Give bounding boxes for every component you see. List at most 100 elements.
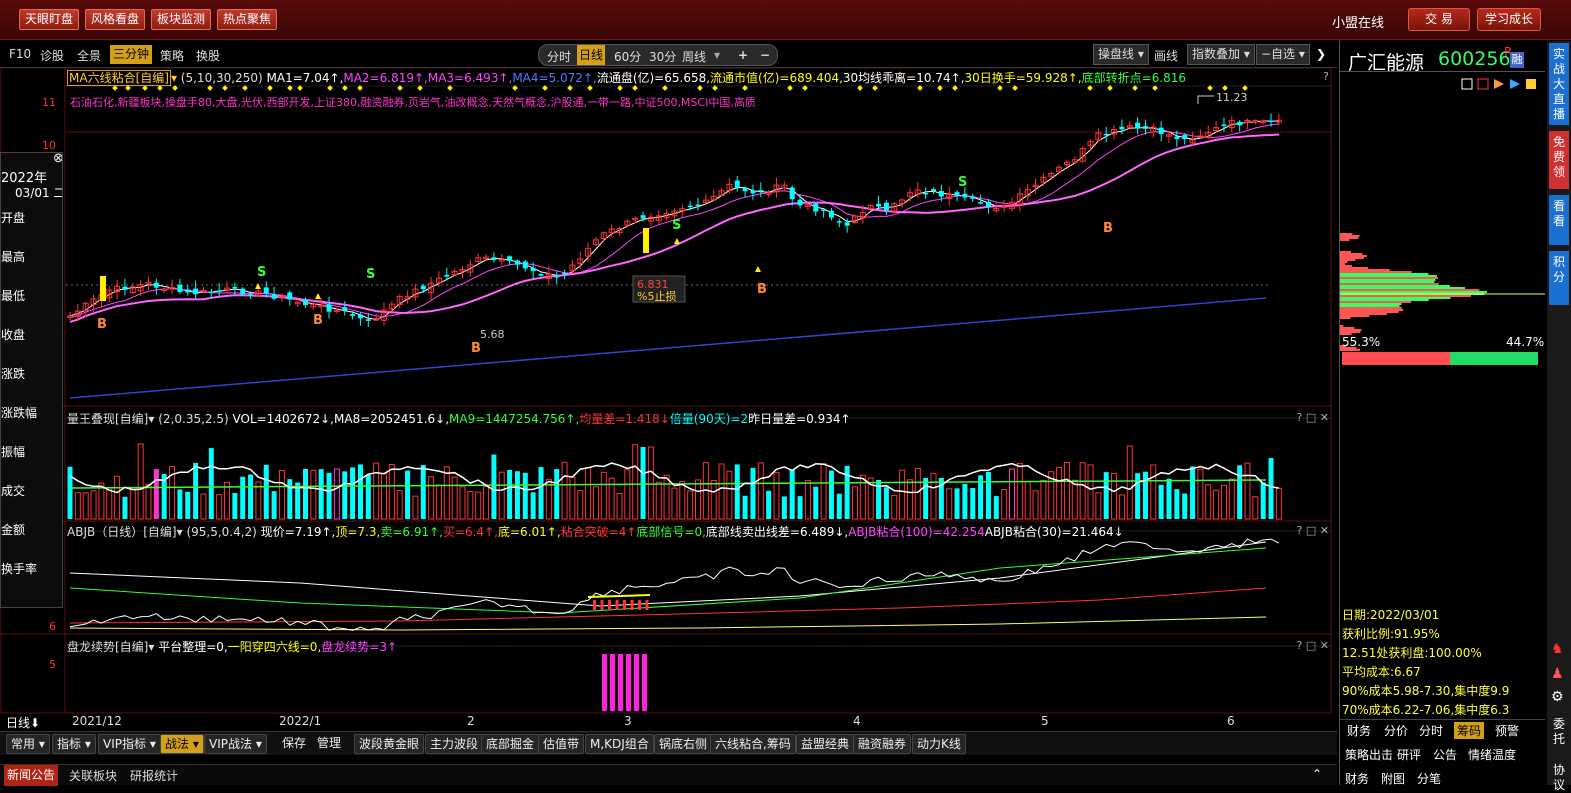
yellow-candle xyxy=(643,228,649,253)
tab-vip-tactics[interactable]: VIP战法 ▾ xyxy=(204,734,267,754)
trade-line-dropdown[interactable]: 操盘线 ▾ xyxy=(1093,44,1149,65)
tab-tactics[interactable]: 战法 ▾ xyxy=(160,734,204,754)
indicator-tab[interactable]: 主力波段 xyxy=(425,734,483,754)
chevron-down-icon[interactable]: ▾ xyxy=(148,640,154,654)
chevron-down-icon[interactable]: ▾ xyxy=(177,525,183,539)
settings-icon[interactable]: ⚙ xyxy=(1551,689,1564,705)
indicator-tab[interactable]: 管理 xyxy=(313,734,345,754)
tab-research[interactable]: 研报统计 xyxy=(130,767,178,784)
indicator-tab[interactable]: 锅底右侧 xyxy=(654,734,712,754)
abjb-indicator-name[interactable]: ABJB（日线）[自编] xyxy=(67,525,177,539)
indicator-tab[interactable]: 波段黄金眼 xyxy=(354,734,424,754)
order-button[interactable]: 委托 xyxy=(1549,713,1569,757)
help-icon[interactable]: ? xyxy=(1323,70,1329,83)
right-tab[interactable]: 附图 xyxy=(1381,770,1405,787)
period-30m[interactable]: 30分 xyxy=(649,48,676,65)
tab-related-sectors[interactable]: 关联板块 xyxy=(69,767,117,784)
style-view-button[interactable]: 风格看盘 xyxy=(85,9,145,30)
chevron-down-icon[interactable]: ▾ xyxy=(714,48,720,62)
learn-button[interactable]: 学习成长 xyxy=(1477,8,1541,31)
watchlist-dropdown[interactable]: −自选 ▾ xyxy=(1256,44,1310,65)
volume-bar xyxy=(586,468,591,519)
right-tab[interactable]: 财务 xyxy=(1345,770,1369,787)
right-tab[interactable]: 分时 xyxy=(1416,722,1446,739)
chevron-down-icon[interactable]: ▾ xyxy=(171,71,177,85)
right-tab[interactable]: 分笔 xyxy=(1417,770,1441,787)
indicator-tab[interactable]: 保存 xyxy=(278,734,310,754)
abjb-signal-bar xyxy=(593,600,596,610)
indicator-tab[interactable]: M,KDJ组合 xyxy=(585,734,654,754)
indicator-tab[interactable]: 底部掘金 xyxy=(481,734,539,754)
right-tab[interactable]: 财务 xyxy=(1344,722,1374,739)
chip-bar xyxy=(1340,233,1352,235)
right-tab[interactable]: 预警 xyxy=(1492,722,1522,739)
indicator-tab[interactable]: 估值带 xyxy=(538,734,584,754)
tab-news[interactable]: 新闻公告 xyxy=(4,765,58,786)
tab-vip-indicator[interactable]: VIP指标 ▾ xyxy=(98,734,161,754)
volume-bar xyxy=(641,447,646,519)
indicator-tab[interactable]: 六线粘合,筹码 xyxy=(710,734,796,754)
period-intraday[interactable]: 分时 xyxy=(547,48,571,65)
period-daily[interactable]: 日线 xyxy=(577,45,605,65)
free-claim-button[interactable]: 免费领 xyxy=(1549,131,1569,189)
pane-controls-icon[interactable]: ? □ ✕ xyxy=(1297,411,1329,424)
volume-indicator-name[interactable]: 量王叠现[自编] xyxy=(67,412,148,426)
panorama-button[interactable]: 全景 xyxy=(77,47,101,64)
collapse-icon[interactable]: ❯ xyxy=(1316,47,1326,61)
abjb-signal-bar xyxy=(623,600,626,610)
yellow-candle xyxy=(100,276,106,301)
tianyan-button[interactable]: 天眼盯盘 xyxy=(19,9,79,30)
f10-button[interactable]: F10 xyxy=(9,47,31,61)
indicator-tab[interactable]: 动力K线 xyxy=(912,734,966,754)
switch-stock-button[interactable]: 换股 xyxy=(196,47,220,64)
chevron-down-icon[interactable]: ▾ xyxy=(148,412,154,426)
indicator-tab[interactable]: 益盟经典 xyxy=(796,734,854,754)
right-tab[interactable]: 研评 xyxy=(1397,746,1421,763)
period-selector[interactable]: 日线⬇ xyxy=(6,714,40,731)
pane-controls-icon[interactable]: ? □ ✕ xyxy=(1297,639,1329,652)
pane-controls-icon[interactable]: ? □ ✕ xyxy=(1297,524,1329,537)
draw-line-button[interactable]: 画线 xyxy=(1154,47,1178,64)
person-icon[interactable]: ♟ xyxy=(1551,666,1564,682)
tab-indicator[interactable]: 指标 ▾ xyxy=(52,734,96,754)
zoom-out-icon[interactable]: − xyxy=(760,48,770,62)
ma4-line xyxy=(70,298,1266,398)
indicator-tab[interactable]: 融资融券 xyxy=(853,734,911,754)
panlong-indicator-name[interactable]: 盘龙续势[自编] xyxy=(67,640,148,654)
main-indicator-name[interactable]: MA六线粘合[自编] xyxy=(67,70,171,86)
arrow-marker xyxy=(755,266,761,272)
watch-button[interactable]: 看看 xyxy=(1549,195,1569,245)
chip-bar xyxy=(1340,253,1362,255)
strategy-button[interactable]: 策略 xyxy=(160,47,184,64)
alert-icon[interactable]: ♞ xyxy=(1551,641,1564,657)
right-tab[interactable]: 分价 xyxy=(1381,722,1411,739)
diagnose-button[interactable]: 诊股 xyxy=(40,47,64,64)
kline-chart[interactable]: 111065 SSSSBBBBB11.235.686.831%5止损 xyxy=(0,68,1337,731)
sector-monitor-button[interactable]: 板块监测 xyxy=(151,9,211,30)
right-tab[interactable]: 公告 xyxy=(1433,746,1457,763)
volume-bar xyxy=(374,463,379,519)
points-button[interactable]: 积分 xyxy=(1549,251,1569,305)
three-minute-button[interactable]: 三分钟 xyxy=(110,45,152,64)
volume-bar xyxy=(413,496,418,519)
close-icon[interactable]: ⊗ xyxy=(53,152,63,166)
trade-button[interactable]: 交 易 xyxy=(1408,8,1470,31)
right-tab[interactable]: 情绪温度 xyxy=(1468,746,1516,763)
live-stream-button[interactable]: 实战大直播 xyxy=(1549,43,1569,125)
index-overlay-dropdown[interactable]: 指数叠加 ▾ xyxy=(1187,44,1255,65)
abjb-item: ABJB粘合(30)=21.464↓ xyxy=(985,525,1124,539)
chip-tools[interactable] xyxy=(1460,76,1542,92)
volume-bar xyxy=(421,465,426,519)
tab-common[interactable]: 常用 ▾ xyxy=(6,734,50,754)
period-weekly[interactable]: 周线 xyxy=(682,48,706,65)
zoom-in-icon[interactable]: + xyxy=(738,48,748,62)
main-indicator-params: (5,10,30,250) xyxy=(181,71,263,85)
right-tab[interactable]: 筹码 xyxy=(1454,722,1484,739)
period-60m[interactable]: 60分 xyxy=(614,48,641,65)
right-tab[interactable]: 策略出击 xyxy=(1345,746,1393,763)
volume-bar xyxy=(1167,479,1172,519)
hotspot-button[interactable]: 热点聚焦 xyxy=(217,9,277,30)
expand-icon[interactable]: ⌃ xyxy=(1312,767,1322,781)
volume-bar xyxy=(578,491,583,519)
save-icon xyxy=(1526,79,1536,89)
